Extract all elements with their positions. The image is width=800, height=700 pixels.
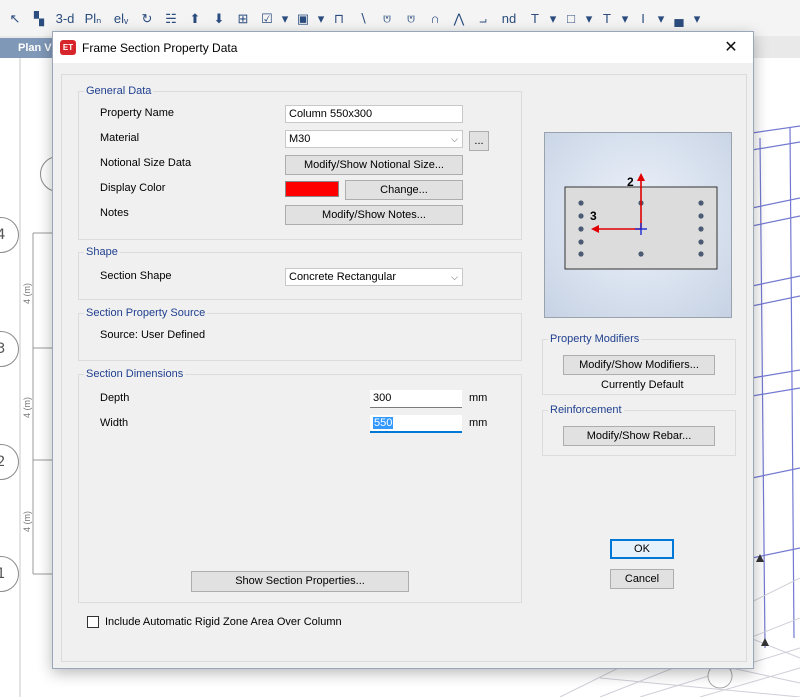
dialog-title: Frame Section Property Data — [82, 41, 238, 55]
material-browse-button[interactable]: ... — [469, 131, 489, 151]
toolbar-icon[interactable]: ∖ — [352, 9, 374, 29]
toolbar-icon[interactable]: ↖ — [4, 9, 26, 29]
toolbar-icon[interactable]: nd — [496, 9, 522, 29]
depth-label: Depth — [100, 392, 130, 404]
display-color-label: Display Color — [100, 182, 166, 194]
group-title: Section Dimensions — [84, 368, 186, 380]
modifiers-status: Currently Default — [601, 379, 684, 391]
section-shape-label: Section Shape — [100, 270, 172, 282]
toolbar-icon[interactable]: T — [524, 9, 546, 29]
toolbar-icon[interactable]: ▾ — [280, 9, 290, 29]
toolbar-icon[interactable]: ▾ — [548, 9, 558, 29]
toolbar-icon[interactable]: ⬆ — [184, 9, 206, 29]
notional-size-label: Notional Size Data — [100, 157, 192, 169]
reinforcement-group: Reinforcement Modify/Show Rebar... — [542, 404, 736, 456]
toolbar-icon[interactable]: ⩅ — [400, 9, 422, 29]
section-preview: 2 3 — [544, 132, 732, 318]
group-title: Section Property Source — [84, 307, 208, 319]
chevron-down-icon: ⌵ — [451, 134, 458, 144]
toolbar-icon[interactable]: elᵥ — [108, 9, 134, 29]
frame-section-dialog: ET Frame Section Property Data ✕ General… — [52, 31, 754, 669]
section-dimensions-group: Section Dimensions Depth 300 mm Width 55… — [78, 368, 522, 603]
toolbar-icon[interactable]: ▚ — [28, 9, 50, 29]
dialog-titlebar[interactable]: ET Frame Section Property Data ✕ — [53, 32, 753, 63]
chevron-down-icon: ⌵ — [451, 272, 458, 282]
change-color-button[interactable]: Change... — [345, 180, 463, 200]
group-title: General Data — [84, 85, 154, 97]
dimension-label: 4 (m) — [22, 283, 32, 304]
toolbar-icon[interactable]: I — [632, 9, 654, 29]
axis-3-label: 3 — [590, 209, 597, 223]
rigid-zone-checkbox[interactable] — [87, 616, 99, 628]
toolbar-icon[interactable]: ⨼ — [472, 9, 494, 29]
toolbar-icon[interactable]: ▾ — [316, 9, 326, 29]
toolbar-icon[interactable]: ⬇ — [208, 9, 230, 29]
width-value: 550 — [373, 417, 394, 429]
notes-button[interactable]: Modify/Show Notes... — [285, 205, 463, 225]
general-data-group: General Data Property Name Column 550x30… — [78, 85, 522, 240]
axis-2-label: 2 — [627, 175, 634, 189]
toolbar-icon[interactable]: ▣ — [292, 9, 314, 29]
display-color-swatch — [285, 181, 339, 197]
rigid-zone-label[interactable]: Include Automatic Rigid Zone Area Over C… — [105, 616, 342, 628]
show-section-properties-button[interactable]: Show Section Properties... — [191, 571, 409, 592]
toolbar-icon[interactable]: ☵ — [160, 9, 182, 29]
toolbar-icon[interactable]: ∩ — [424, 9, 446, 29]
group-title: Property Modifiers — [548, 333, 642, 345]
dimension-label: 4 (m) — [22, 397, 32, 418]
cancel-button[interactable]: Cancel — [610, 569, 674, 589]
ok-button[interactable]: OK — [610, 539, 674, 559]
depth-input[interactable]: 300 — [370, 390, 462, 408]
section-source-group: Section Property Source Source: User Def… — [78, 307, 522, 361]
material-value: M30 — [289, 133, 311, 145]
tab-plan-view[interactable]: Plan Vi — [0, 38, 56, 58]
toolbar-icon[interactable]: ⋀ — [448, 9, 470, 29]
notional-size-button[interactable]: Modify/Show Notional Size... — [285, 155, 463, 175]
toolbar-icon[interactable]: T — [596, 9, 618, 29]
toolbar-icon[interactable]: ⊓ — [328, 9, 350, 29]
property-modifiers-group: Property Modifiers Modify/Show Modifiers… — [542, 333, 736, 395]
section-shape-select[interactable]: Concrete Rectangular ⌵ — [285, 268, 463, 286]
modify-modifiers-button[interactable]: Modify/Show Modifiers... — [563, 355, 715, 375]
width-label: Width — [100, 417, 129, 429]
shape-group: Shape Section Shape Concrete Rectangular… — [78, 246, 522, 300]
toolbar-icon[interactable]: □ — [560, 9, 582, 29]
toolbar-icon[interactable]: ⩅ — [376, 9, 398, 29]
source-text: Source: User Defined — [100, 329, 206, 341]
property-name-input[interactable]: Column 550x300 — [285, 105, 463, 123]
material-select[interactable]: M30 ⌵ — [285, 130, 463, 148]
toolbar-icon[interactable]: ▾ — [656, 9, 666, 29]
toolbar-icon[interactable]: ☑ — [256, 9, 278, 29]
property-name-label: Property Name — [100, 107, 174, 119]
modify-rebar-button[interactable]: Modify/Show Rebar... — [563, 426, 715, 446]
toolbar-icon[interactable]: ⊞ — [232, 9, 254, 29]
group-title: Shape — [84, 246, 120, 258]
depth-unit: mm — [469, 392, 488, 404]
material-label: Material — [100, 132, 140, 144]
width-input[interactable]: 550 — [370, 415, 462, 433]
width-unit: mm — [469, 417, 488, 429]
toolbar-icon[interactable]: 3-d — [52, 9, 78, 29]
toolbar-icon[interactable]: ▾ — [692, 9, 702, 29]
notes-label: Notes — [100, 207, 129, 219]
toolbar-icon[interactable]: ▾ — [620, 9, 630, 29]
close-icon[interactable]: ✕ — [709, 32, 753, 63]
group-title: Reinforcement — [548, 404, 624, 416]
section-shape-value: Concrete Rectangular — [289, 271, 397, 283]
toolbar-icon[interactable]: Plₙ — [80, 9, 106, 29]
etabs-icon: ET — [60, 40, 76, 55]
toolbar-icon[interactable]: ▾ — [584, 9, 594, 29]
dialog-content: General Data Property Name Column 550x30… — [61, 74, 747, 662]
toolbar-icon[interactable]: ↻ — [136, 9, 158, 29]
toolbar-icon[interactable]: ▄ — [668, 9, 690, 29]
section-preview-drawing — [564, 173, 718, 270]
dimension-label: 4 (m) — [22, 511, 32, 532]
